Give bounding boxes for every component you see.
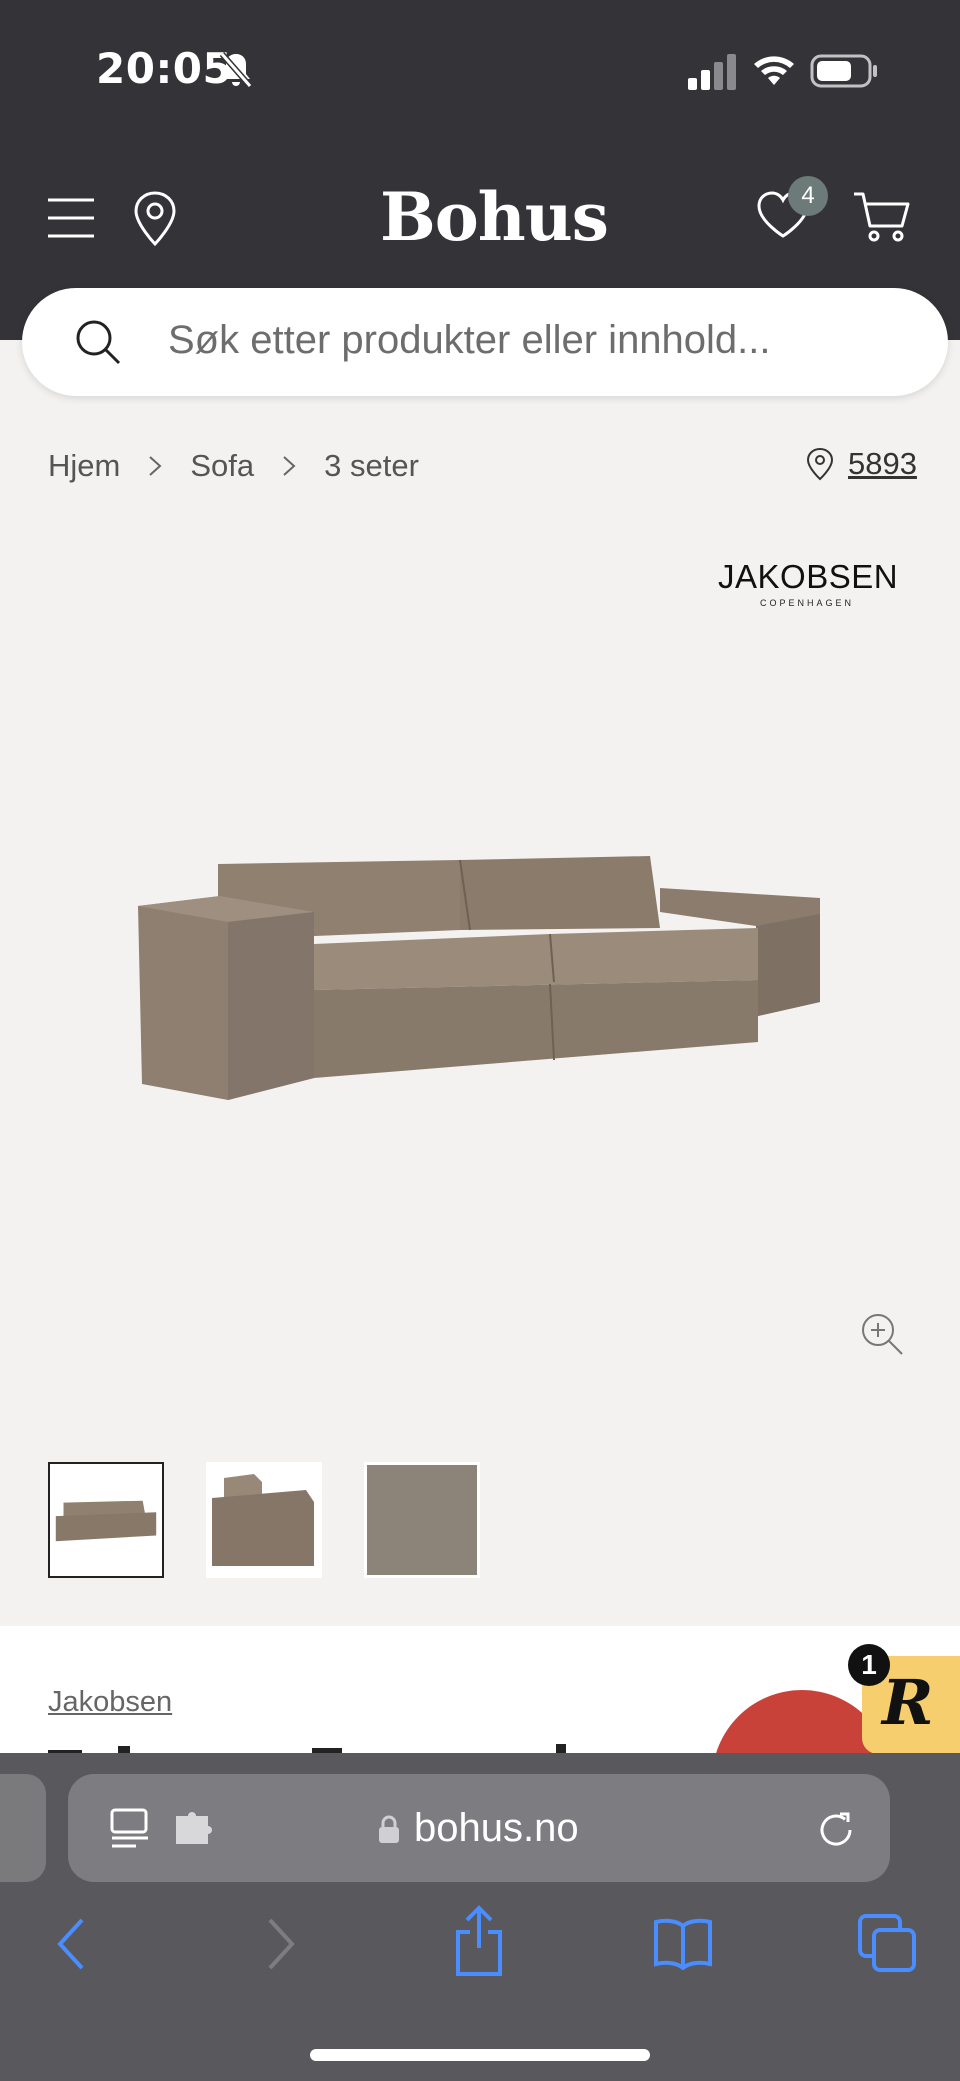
reader-mode-icon[interactable] bbox=[110, 1808, 150, 1850]
reload-icon[interactable] bbox=[816, 1810, 856, 1850]
store-selector[interactable]: 5893 bbox=[806, 446, 917, 482]
brand-link[interactable]: Jakobsen bbox=[48, 1686, 172, 1719]
lock-icon bbox=[379, 1815, 399, 1843]
previous-tab-preview[interactable] bbox=[0, 1774, 46, 1882]
zoom-in-icon[interactable] bbox=[860, 1312, 904, 1356]
cellular-signal-icon bbox=[688, 54, 736, 90]
chevron-right-icon bbox=[283, 456, 296, 476]
brand-logo: JAKOBSEN COPENHAGEN bbox=[718, 558, 899, 608]
cart-icon[interactable] bbox=[852, 190, 910, 244]
home-indicator bbox=[310, 2049, 650, 2061]
product-image[interactable] bbox=[130, 830, 830, 1110]
search-icon bbox=[76, 320, 121, 365]
back-icon[interactable] bbox=[54, 1916, 88, 1972]
page: 20:05 Bohus 4 Søk etter produkter eller … bbox=[0, 0, 960, 2081]
store-location-icon[interactable] bbox=[132, 190, 178, 248]
chat-widget-logo[interactable]: R bbox=[882, 1666, 934, 1739]
wishlist-count-badge: 4 bbox=[788, 176, 828, 216]
thumbnail-fabric[interactable] bbox=[364, 1462, 480, 1578]
wifi-icon bbox=[754, 56, 794, 85]
share-icon[interactable] bbox=[452, 1904, 506, 1978]
tabs-icon[interactable] bbox=[858, 1914, 918, 1974]
location-pin-icon bbox=[806, 447, 834, 481]
thumbnail-front[interactable] bbox=[48, 1462, 164, 1578]
breadcrumb-sofa[interactable]: Sofa bbox=[190, 448, 254, 484]
chevron-right-icon bbox=[149, 456, 162, 476]
bookmarks-icon[interactable] bbox=[652, 1916, 714, 1970]
search-bar[interactable]: Søk etter produkter eller innhold... bbox=[22, 288, 948, 396]
extension-icon[interactable] bbox=[174, 1812, 214, 1846]
breadcrumb: Hjem Sofa 3 seter bbox=[48, 448, 419, 484]
breadcrumb-home[interactable]: Hjem bbox=[48, 448, 120, 484]
chat-widget-badge: 1 bbox=[848, 1644, 890, 1686]
url-text[interactable]: bohus.no bbox=[414, 1806, 579, 1851]
menu-icon[interactable] bbox=[46, 196, 96, 240]
thumbnail-side[interactable] bbox=[206, 1462, 322, 1578]
battery-icon bbox=[810, 54, 877, 88]
site-logo[interactable]: Bohus bbox=[380, 178, 609, 256]
breadcrumb-3-seter[interactable]: 3 seter bbox=[324, 448, 419, 484]
store-number[interactable]: 5893 bbox=[848, 446, 917, 482]
status-time: 20:05 bbox=[96, 44, 233, 93]
search-input[interactable]: Søk etter produkter eller innhold... bbox=[168, 318, 771, 363]
forward-icon[interactable] bbox=[264, 1916, 298, 1972]
bell-off-icon bbox=[219, 52, 253, 88]
